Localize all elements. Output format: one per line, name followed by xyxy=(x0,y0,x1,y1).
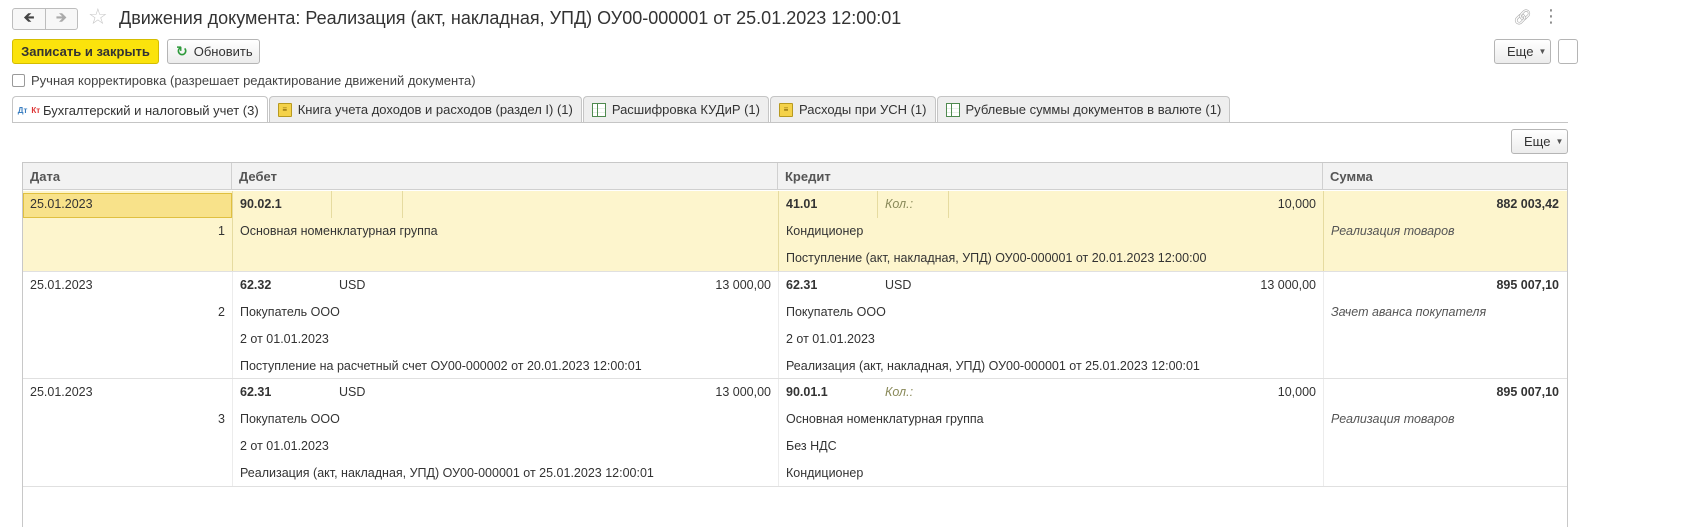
tab-label: Расшифровка КУДиР (1) xyxy=(611,102,760,117)
cell-credit-qty-label: Кол.: xyxy=(885,385,914,399)
table-row[interactable]: 25.01.2023 1 90.02.1 Основная номенклату… xyxy=(23,191,1567,272)
cell-credit-subconto-1[interactable]: Покупатель ООО xyxy=(786,299,886,326)
cell-debit-subconto-1[interactable]: Покупатель ООО xyxy=(240,406,340,433)
column-header-debit[interactable]: Дебет xyxy=(232,163,778,190)
column-header-date[interactable]: Дата xyxy=(23,163,232,190)
cell-credit-amount[interactable]: 13 000,00 xyxy=(1123,272,1316,299)
extra-button[interactable] xyxy=(1558,39,1578,64)
cell-date[interactable]: 25.01.2023 xyxy=(30,272,93,299)
forward-button[interactable]: 🡺 xyxy=(44,9,77,29)
table-icon xyxy=(591,102,606,117)
tab-label: Рублевые суммы документов в валюте (1) xyxy=(965,102,1222,117)
caret-down-icon: ▼ xyxy=(1555,137,1564,146)
cell-debit-account[interactable]: 90.02.1 xyxy=(240,191,282,218)
refresh-button[interactable]: ↻ Обновить xyxy=(167,39,260,64)
cell-credit-subconto-2[interactable]: Поступление (акт, накладная, УПД) ОУ00-0… xyxy=(786,245,1206,272)
manual-edit-checkbox[interactable] xyxy=(12,73,25,87)
manual-edit-label: Ручная корректировка (разрешает редактир… xyxy=(31,72,476,88)
refresh-label: Обновить xyxy=(193,44,253,59)
cell-debit-amount[interactable]: 13 000,00 xyxy=(573,272,771,299)
tab-usn-expenses[interactable]: ≡ Расходы при УСН (1) xyxy=(770,96,936,122)
cell-credit-subconto-1[interactable]: Основная номенклатурная группа xyxy=(786,406,984,433)
column-header-credit[interactable]: Кредит xyxy=(778,163,1323,190)
arrow-left-icon: 🡸 xyxy=(23,9,35,25)
tab-accounting[interactable]: Дт Кт Бухгалтерский и налоговый учет (3) xyxy=(12,96,268,123)
refresh-icon: ↻ xyxy=(176,43,188,59)
cell-debit-subconto-1[interactable]: Основная номенклатурная группа xyxy=(240,218,438,245)
cell-debit-subconto-1[interactable]: Покупатель ООО xyxy=(240,299,340,326)
book-icon: ≡ xyxy=(779,102,793,117)
caret-down-icon: ▼ xyxy=(1538,47,1547,56)
dt-kt-icon: Дт Кт xyxy=(17,105,41,115)
arrow-right-icon: 🡺 xyxy=(55,9,68,25)
tab-currency-sums[interactable]: Рублевые суммы документов в валюте (1) xyxy=(936,96,1231,122)
manual-edit-checkbox-row[interactable]: Ручная корректировка (разрешает редактир… xyxy=(12,72,476,88)
cell-debit-account[interactable]: 62.31 xyxy=(240,379,271,406)
tab-income-book[interactable]: ≡ Книга учета доходов и расходов (раздел… xyxy=(268,96,582,122)
cell-row-number: 1 xyxy=(218,224,225,238)
register-tabs: Дт Кт Бухгалтерский и налоговый учет (3) … xyxy=(12,96,1231,123)
back-button[interactable]: 🡸 xyxy=(13,9,45,29)
cell-sum[interactable]: 895 007,10 xyxy=(1331,379,1559,406)
window-title: Движения документа: Реализация (акт, нак… xyxy=(119,8,902,28)
cell-credit-qty-label: Кол.: xyxy=(885,197,914,211)
cell-credit-subconto-3[interactable]: Кондиционер xyxy=(786,460,863,487)
cell-date[interactable]: 25.01.2023 xyxy=(30,191,93,218)
cell-debit-subconto-3[interactable]: Реализация (акт, накладная, УПД) ОУ00-00… xyxy=(240,460,654,487)
cell-date[interactable]: 25.01.2023 xyxy=(30,379,93,406)
star-icon[interactable]: ☆ xyxy=(88,5,108,29)
cell-debit-currency[interactable]: USD xyxy=(339,272,365,299)
more-button[interactable]: Еще ▼ xyxy=(1494,39,1551,64)
table-more-label: Еще xyxy=(1524,134,1551,149)
cell-sum[interactable]: 882 003,42 xyxy=(1331,191,1559,218)
more-label: Еще xyxy=(1507,44,1534,59)
link-icon[interactable]: 🔗︎ xyxy=(1513,8,1532,26)
tab-label: Бухгалтерский и налоговый учет (3) xyxy=(43,102,259,118)
cell-debit-subconto-2[interactable]: 2 от 01.01.2023 xyxy=(240,326,329,353)
cell-debit-subconto-3[interactable]: Поступление на расчетный счет ОУ00-00000… xyxy=(240,353,642,380)
movements-table[interactable]: Дата Дебет Кредит Сумма 25.01.2023 1 90.… xyxy=(22,162,1568,527)
save-and-close-button[interactable]: Записать и закрыть xyxy=(12,39,159,64)
cell-credit-subconto-3[interactable]: Реализация (акт, накладная, УПД) ОУ00-00… xyxy=(786,353,1200,380)
cell-credit-account[interactable]: 62.31 xyxy=(786,272,817,299)
tab-kudir-details[interactable]: Расшифровка КУДиР (1) xyxy=(582,96,769,122)
cell-credit-account[interactable]: 90.01.1 xyxy=(786,379,828,406)
tab-divider xyxy=(12,122,1568,123)
cell-row-number: 2 xyxy=(218,305,225,319)
tab-label: Книга учета доходов и расходов (раздел I… xyxy=(297,102,573,117)
cell-content[interactable]: Реализация товаров xyxy=(1331,406,1455,433)
table-row[interactable]: 25.01.2023 3 62.31 USD 13 000,00 Покупат… xyxy=(23,379,1567,487)
cell-credit-account[interactable]: 41.01 xyxy=(786,191,817,218)
cell-credit-subconto-1[interactable]: Кондиционер xyxy=(786,218,863,245)
table-body: 25.01.2023 1 90.02.1 Основная номенклату… xyxy=(23,191,1567,487)
title-bar: 🡸 🡺 ☆ Движения документа: Реализация (ак… xyxy=(0,0,1697,36)
table-more-button[interactable]: Еще ▼ xyxy=(1511,129,1568,154)
cell-credit-qty[interactable]: 10,000 xyxy=(1123,379,1316,406)
book-icon: ≡ xyxy=(277,102,292,117)
cell-credit-currency[interactable]: USD xyxy=(885,272,911,299)
column-header-sum[interactable]: Сумма xyxy=(1323,163,1567,190)
kebab-menu-icon[interactable]: ⋮ xyxy=(1542,6,1560,26)
cell-debit-amount[interactable]: 13 000,00 xyxy=(573,379,771,406)
navigation-buttons: 🡸 🡺 xyxy=(12,8,78,30)
cell-debit-subconto-2[interactable]: 2 от 01.01.2023 xyxy=(240,433,329,460)
cell-credit-subconto-2[interactable]: Без НДС xyxy=(786,433,837,460)
cell-debit-account[interactable]: 62.32 xyxy=(240,272,271,299)
cell-row-number: 3 xyxy=(218,412,225,426)
table-icon xyxy=(945,102,960,117)
tab-label: Расходы при УСН (1) xyxy=(799,102,927,117)
cell-debit-currency[interactable]: USD xyxy=(339,379,365,406)
cell-sum[interactable]: 895 007,10 xyxy=(1331,272,1559,299)
table-header: Дата Дебет Кредит Сумма xyxy=(23,163,1567,190)
cell-content[interactable]: Реализация товаров xyxy=(1331,218,1455,245)
cell-credit-qty[interactable]: 10,000 xyxy=(1123,191,1316,218)
table-row[interactable]: 25.01.2023 2 62.32 USD 13 000,00 Покупат… xyxy=(23,272,1567,380)
cell-credit-subconto-2[interactable]: 2 от 01.01.2023 xyxy=(786,326,875,353)
save-and-close-label: Записать и закрыть xyxy=(21,44,150,59)
cell-content[interactable]: Зачет аванса покупателя xyxy=(1331,299,1486,326)
